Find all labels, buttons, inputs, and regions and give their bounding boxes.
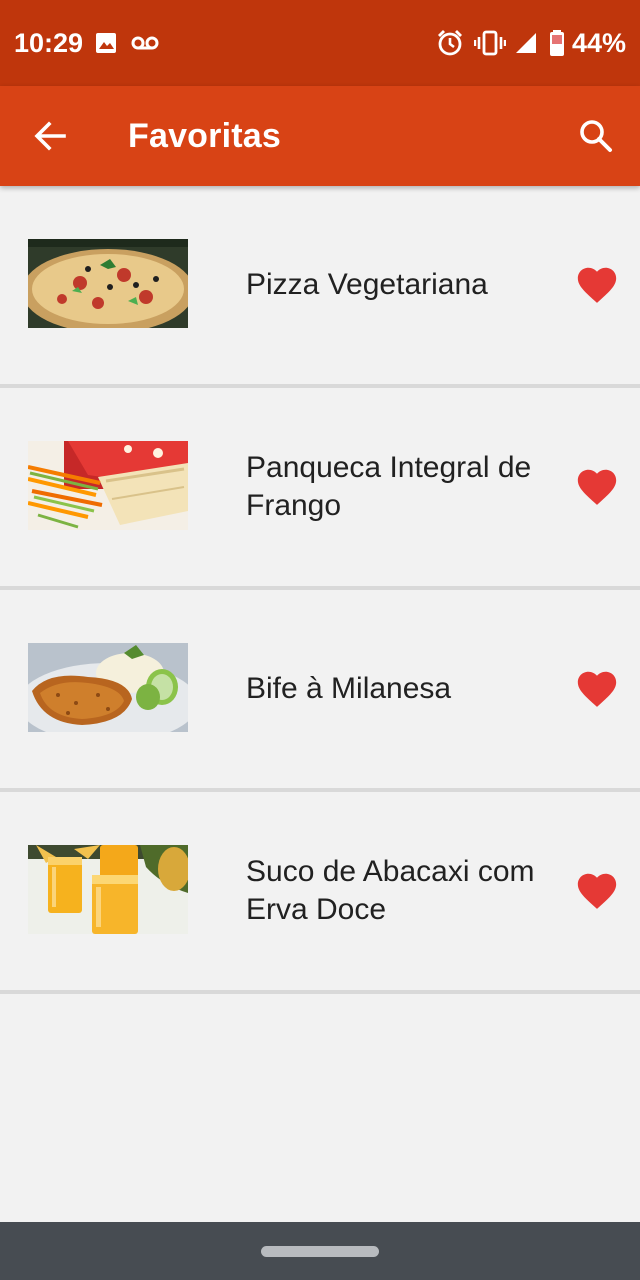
heart-icon — [577, 267, 617, 303]
search-icon — [580, 120, 612, 152]
home-gesture-handle[interactable] — [261, 1246, 379, 1257]
navigation-bar — [0, 1222, 640, 1280]
app-bar: Favoritas — [0, 86, 640, 186]
pizza-photo — [28, 239, 188, 328]
arrow-back-icon — [34, 121, 66, 151]
favorite-button[interactable] — [574, 868, 620, 914]
alarm-icon — [438, 30, 462, 56]
battery-icon — [550, 30, 564, 56]
item-title: Suco de Abacaxi com Erva Doce — [246, 855, 535, 926]
heart-icon — [577, 469, 617, 505]
search-button[interactable] — [568, 108, 624, 164]
list-item[interactable]: Panqueca Integral de Frango — [0, 388, 640, 590]
heart-icon — [577, 671, 617, 707]
vibrate-icon — [474, 30, 506, 56]
status-bar: 10:29 44% — [0, 0, 640, 86]
status-time: 10:29 — [14, 28, 84, 58]
item-title: Panqueca Integral de Frango — [246, 451, 532, 522]
item-title: Bife à Milanesa — [246, 672, 452, 705]
steak-photo — [28, 643, 188, 732]
list-item[interactable]: Suco de Abacaxi com Erva Doce — [0, 792, 640, 994]
back-button[interactable] — [22, 108, 78, 164]
voicemail-icon — [131, 36, 159, 50]
image-icon — [96, 33, 116, 53]
favorite-button[interactable] — [574, 262, 620, 308]
juice-photo — [28, 845, 188, 934]
list-item[interactable]: Bife à Milanesa — [0, 590, 640, 792]
favorites-list: Pizza Vegetariana Panqueca Integral de F… — [0, 186, 640, 994]
item-title: Pizza Vegetariana — [246, 268, 488, 301]
heart-icon — [577, 873, 617, 909]
signal-icon — [516, 33, 536, 53]
page-title: Favoritas — [128, 117, 281, 155]
battery-percentage: 44% — [571, 28, 626, 58]
favorite-button[interactable] — [574, 464, 620, 510]
pancake-photo — [28, 441, 188, 530]
favorite-button[interactable] — [574, 666, 620, 712]
list-item[interactable]: Pizza Vegetariana — [0, 186, 640, 388]
